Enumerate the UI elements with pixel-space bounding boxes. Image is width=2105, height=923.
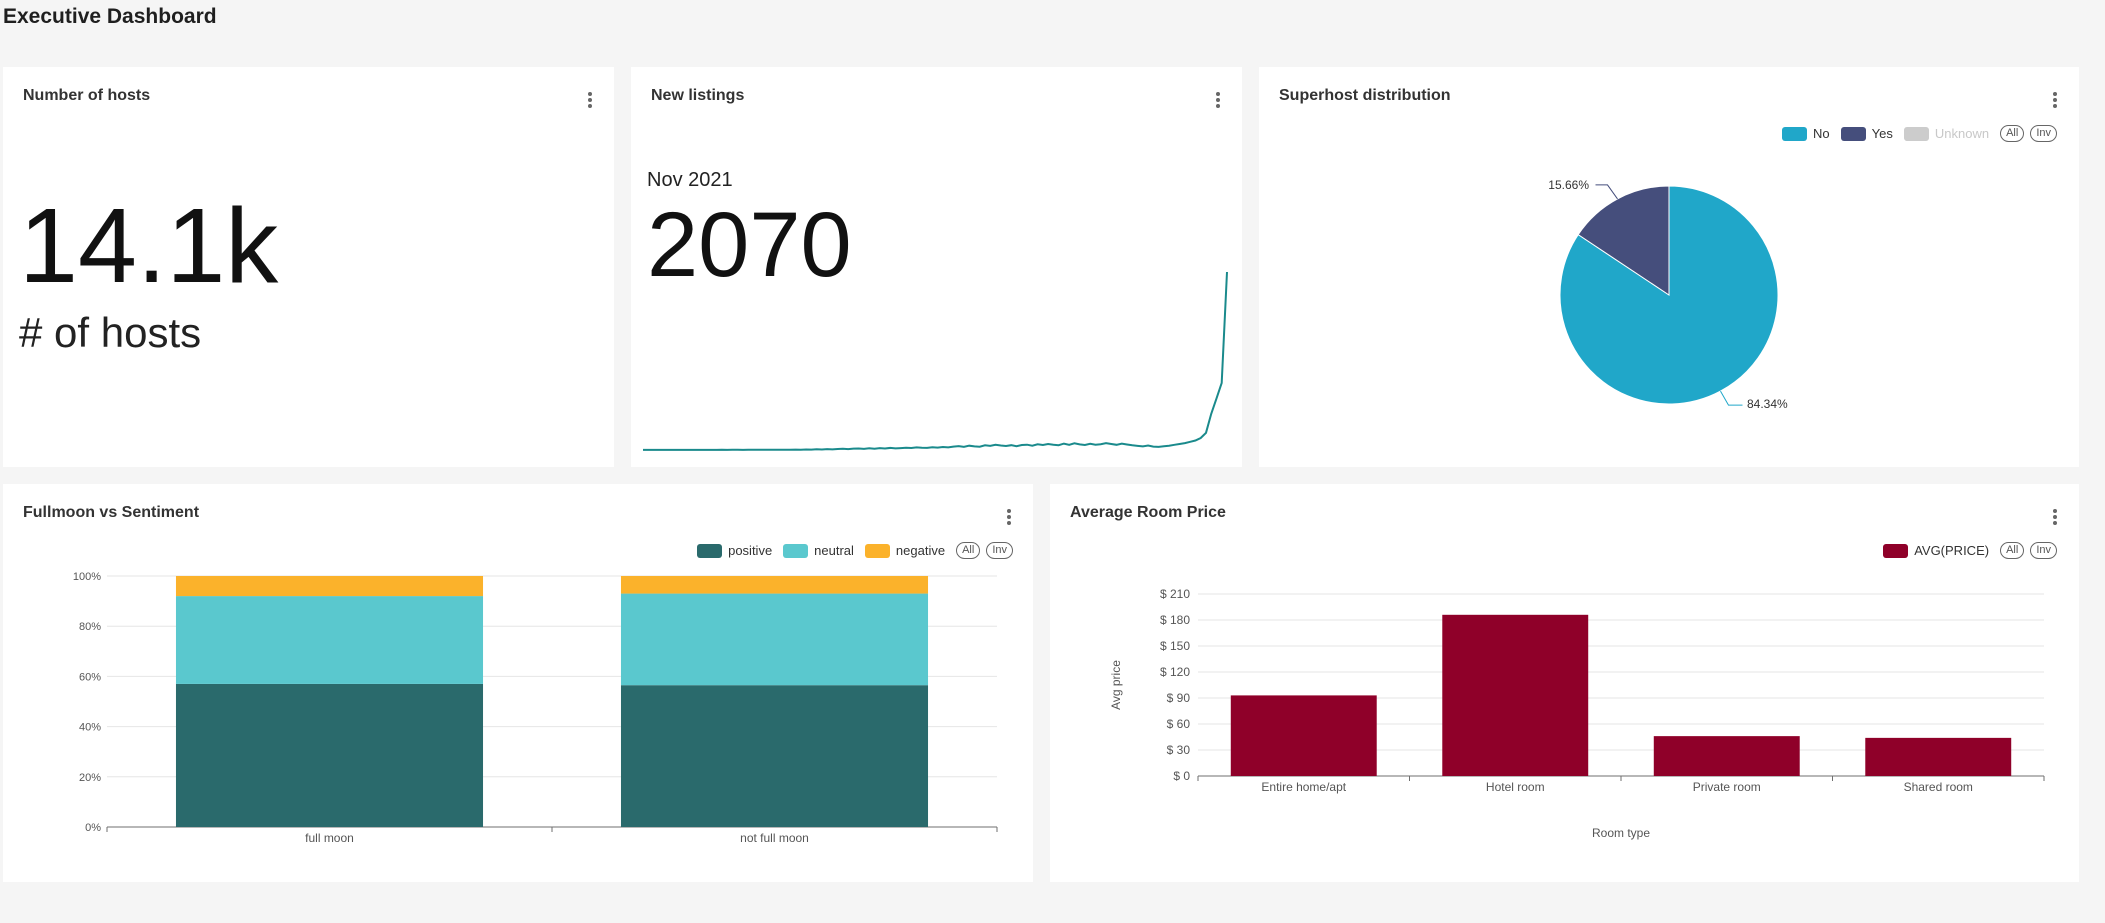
y-tick-label: 40% <box>79 722 101 734</box>
bar-chart: $ 0 $ 30 $ 60 $ 90 $ 120 $ 150 $ 180 $ 210 Entir… <box>1109 587 2045 840</box>
pie-value-label: 15.66% <box>1548 178 1589 192</box>
new-listings-card: New listings Nov 2021 2070 <box>631 67 1242 467</box>
y-tick-label: $ 0 <box>1173 769 1190 783</box>
fullmoon-vs-sentiment-card: Fullmoon vs Sentiment positive neutral n… <box>3 484 1033 882</box>
bar[interactable] <box>1653 736 1800 776</box>
y-tick-label: $ 120 <box>1160 665 1190 679</box>
x-tick-label: Entire home/apt <box>1261 780 1346 794</box>
y-axis-label: Avg price <box>1109 660 1123 710</box>
y-tick-label: 100% <box>73 571 101 583</box>
average-room-price-card: Average Room Price AVG(PRICE) All Inv $ … <box>1050 484 2079 882</box>
pie-label-leader-line <box>1720 390 1743 406</box>
x-tick-label: not full moon <box>740 831 809 845</box>
superhost-distribution-card: Superhost distribution No Yes Unknown Al… <box>1259 67 2079 467</box>
bar-segment-positive[interactable] <box>620 685 929 827</box>
pie-chart: 84.34% 15.66% <box>1548 178 1788 411</box>
y-tick-label: $ 90 <box>1167 691 1191 705</box>
y-tick-label: $ 30 <box>1167 743 1191 757</box>
bar-segment-positive[interactable] <box>175 683 484 827</box>
number-of-hosts-card: Number of hosts 14.1k # of hosts <box>3 67 614 467</box>
y-tick-label: 20% <box>79 772 101 784</box>
big-number-subheader: # of hosts <box>19 309 202 356</box>
x-tick-label: Private room <box>1693 780 1761 794</box>
x-tick-label: Shared room <box>1904 780 1973 794</box>
y-tick-label: 0% <box>85 822 101 834</box>
page-title: Executive Dashboard <box>3 5 217 28</box>
pie-value-label: 84.34% <box>1747 397 1788 411</box>
bar-segment-negative[interactable] <box>175 576 484 597</box>
stacked-bar-chart: 0% 20% 40% 60% 80% 100% full moon not full moon <box>73 571 998 845</box>
y-tick-label: $ 150 <box>1160 639 1190 653</box>
bar[interactable] <box>1230 695 1377 776</box>
y-tick-label: $ 180 <box>1160 613 1190 627</box>
x-axis-label: Room type <box>1592 826 1650 840</box>
big-number-value: 14.1k <box>19 187 279 305</box>
kebab-menu-icon[interactable] <box>582 89 598 111</box>
pie-label-leader-line <box>1595 184 1618 200</box>
bar-segment-neutral[interactable] <box>175 596 484 684</box>
x-tick-label: full moon <box>305 831 354 845</box>
bar-segment-negative[interactable] <box>620 576 929 594</box>
x-tick-label: Hotel room <box>1486 780 1545 794</box>
card-title: Number of hosts <box>23 87 151 104</box>
bar-segment-neutral[interactable] <box>620 593 929 686</box>
y-tick-label: 80% <box>79 621 101 633</box>
y-tick-label: 60% <box>79 671 101 683</box>
y-tick-label: $ 210 <box>1160 587 1190 601</box>
bar[interactable] <box>1442 614 1589 776</box>
trendline-chart <box>643 271 1228 451</box>
bar[interactable] <box>1865 737 2012 776</box>
y-tick-label: $ 60 <box>1167 717 1191 731</box>
trendline-series <box>643 271 1228 451</box>
